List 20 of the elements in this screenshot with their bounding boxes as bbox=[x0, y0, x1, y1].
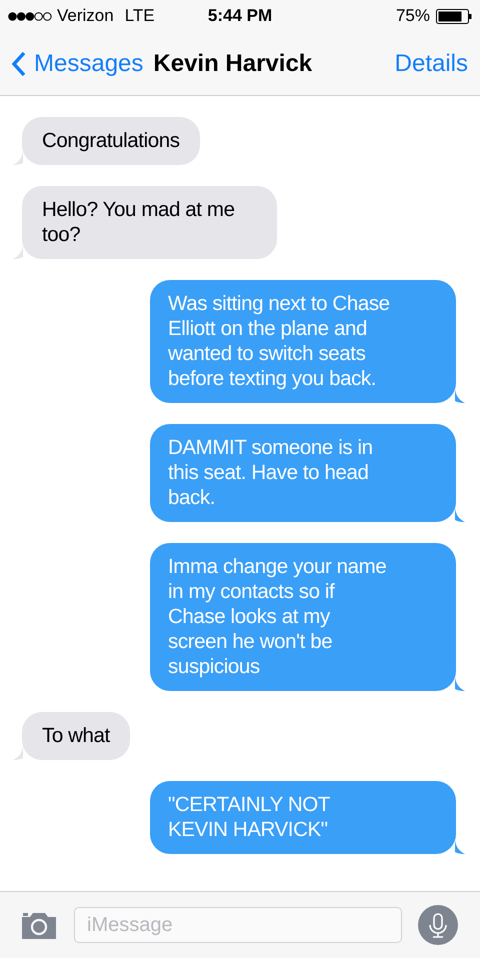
back-button[interactable]: Messages bbox=[12, 50, 144, 78]
camera-icon[interactable] bbox=[20, 911, 58, 939]
bubble-tail bbox=[455, 508, 465, 522]
clock-time: 5:44 PM bbox=[208, 6, 272, 26]
message-input-field[interactable]: iMessage bbox=[74, 907, 402, 943]
bubble-tail bbox=[455, 677, 465, 691]
carrier-name: Verizon bbox=[57, 6, 114, 26]
bubble-tail bbox=[455, 389, 465, 403]
chevron-left-icon bbox=[12, 50, 26, 76]
bubble-tail bbox=[13, 245, 23, 259]
microphone-icon[interactable] bbox=[418, 905, 458, 945]
contact-name: Kevin Harvick bbox=[153, 50, 314, 78]
battery-icon bbox=[436, 8, 472, 24]
network-type: LTE bbox=[124, 6, 155, 26]
signal-icon bbox=[8, 12, 52, 20]
bubble-tail bbox=[13, 746, 23, 760]
battery-percentage: 75% bbox=[396, 6, 430, 26]
bubble-tail bbox=[455, 840, 465, 854]
details-button[interactable]: Details bbox=[394, 50, 468, 78]
bubble-tail bbox=[13, 151, 23, 165]
